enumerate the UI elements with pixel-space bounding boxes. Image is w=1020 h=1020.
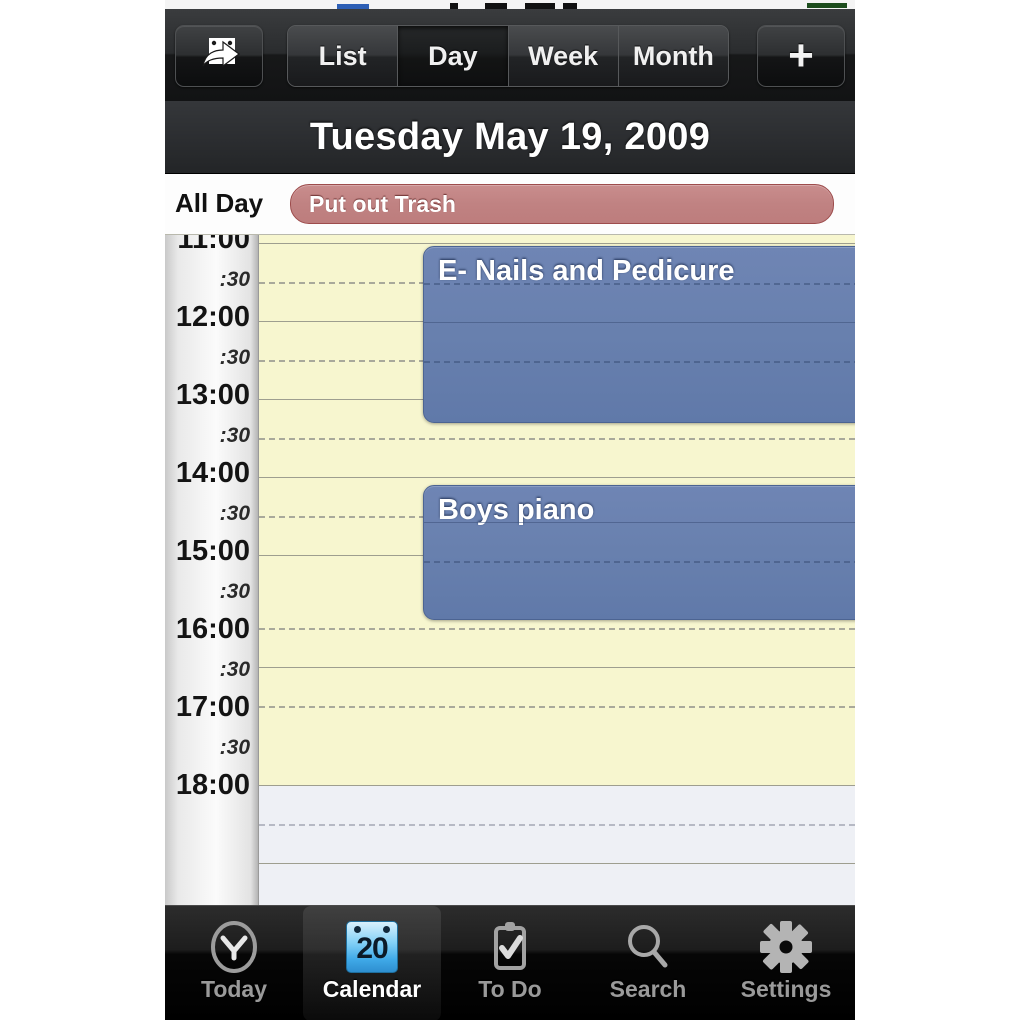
grid-line-hour: [259, 667, 855, 668]
grid-line-half: [259, 706, 855, 708]
tab-calendar[interactable]: 20 Calendar: [303, 906, 441, 1020]
tab-settings[interactable]: Settings: [717, 906, 855, 1020]
gear-icon: [757, 916, 815, 978]
phone-screen: List Day Week Month + Tuesday May 19, 20…: [165, 0, 855, 1020]
grid-line-hour: [259, 243, 855, 244]
tab-todo-label: To Do: [478, 976, 542, 1002]
segment-list[interactable]: List: [288, 26, 399, 86]
time-label-half: :30: [219, 658, 250, 681]
segment-day-label: Day: [428, 40, 478, 71]
jump-to-date-icon: [198, 33, 240, 80]
all-day-label: All Day: [175, 188, 264, 218]
event-inner-gridline: [424, 561, 855, 563]
all-day-row: All Day Put out Trash: [165, 174, 855, 235]
all-day-event[interactable]: Put out Trash: [290, 184, 834, 224]
top-toolbar: List Day Week Month +: [165, 9, 855, 102]
tab-search-label: Search: [609, 976, 687, 1002]
time-label-half: :30: [219, 346, 250, 369]
event-inner-gridline: [424, 283, 855, 285]
day-grid[interactable]: E- Nails and Pedicure Boys piano 11:00 :…: [165, 235, 855, 905]
date-header-bar: Tuesday May 19, 2009: [165, 101, 855, 174]
tab-calendar-label: Calendar: [322, 976, 422, 1002]
event-block[interactable]: Boys piano: [423, 485, 855, 620]
status-battery-indicator: [807, 3, 847, 8]
grid-line-hour: [259, 477, 855, 478]
tab-todo[interactable]: To Do: [441, 906, 579, 1020]
time-gutter: 11:00 :30 12:00 :30 13:00 :30 14:00 :30 …: [165, 235, 259, 905]
off-hours-band: [259, 785, 855, 905]
segment-day[interactable]: Day: [398, 26, 509, 86]
segment-month-label: Month: [632, 40, 714, 71]
grid-canvas: E- Nails and Pedicure Boys piano: [259, 235, 855, 905]
grid-line-half: [259, 824, 855, 826]
event-inner-gridline: [424, 322, 855, 323]
plus-icon: +: [788, 31, 814, 80]
time-label-hour: 17:00: [175, 691, 250, 723]
time-label-half: :30: [219, 424, 250, 447]
tab-today-label: Today: [200, 976, 268, 1002]
view-mode-segmented-control[interactable]: List Day Week Month: [287, 25, 729, 87]
add-event-button[interactable]: +: [757, 25, 845, 87]
segment-week-label: Week: [528, 40, 599, 71]
calendar-icon: 20: [346, 916, 398, 978]
time-label-half: :30: [219, 502, 250, 525]
time-label-hour: 12:00: [175, 301, 250, 333]
event-inner-gridline: [424, 361, 855, 363]
grid-line-half: [259, 628, 855, 630]
time-label-hour: 14:00: [175, 457, 250, 489]
calendar-icon-day-number: 20: [356, 932, 388, 965]
time-label-hour: 13:00: [175, 379, 250, 411]
time-label-hour: 18:00: [175, 769, 250, 801]
time-label-hour: 11:00: [177, 235, 250, 255]
grid-line-hour: [259, 785, 855, 786]
grid-line-hour: [259, 863, 855, 864]
time-label-half: :30: [219, 736, 250, 759]
page-title: Tuesday May 19, 2009: [309, 115, 711, 158]
event-block[interactable]: E- Nails and Pedicure: [423, 246, 855, 423]
jump-to-date-button[interactable]: [175, 25, 263, 87]
tab-today[interactable]: Today: [165, 906, 303, 1020]
time-label-hour: 15:00: [175, 535, 250, 567]
time-label-hour: 16:00: [175, 613, 250, 645]
segment-week[interactable]: Week: [508, 26, 619, 86]
tab-search[interactable]: Search: [579, 906, 717, 1020]
clock-icon: [205, 916, 263, 978]
event-inner-gridline: [424, 522, 855, 523]
time-label-half: :30: [219, 580, 250, 603]
tab-settings-label: Settings: [740, 976, 832, 1002]
all-day-event-title: Put out Trash: [309, 190, 456, 217]
magnifier-icon: [619, 916, 677, 978]
time-label-half: :30: [219, 268, 250, 291]
segment-month[interactable]: Month: [618, 26, 728, 86]
clipboard-check-icon: [481, 916, 539, 978]
bottom-tab-bar: Today 20 Calendar To Do Search Settings: [165, 905, 855, 1020]
segment-list-label: List: [318, 40, 367, 71]
grid-line-half: [259, 438, 855, 440]
